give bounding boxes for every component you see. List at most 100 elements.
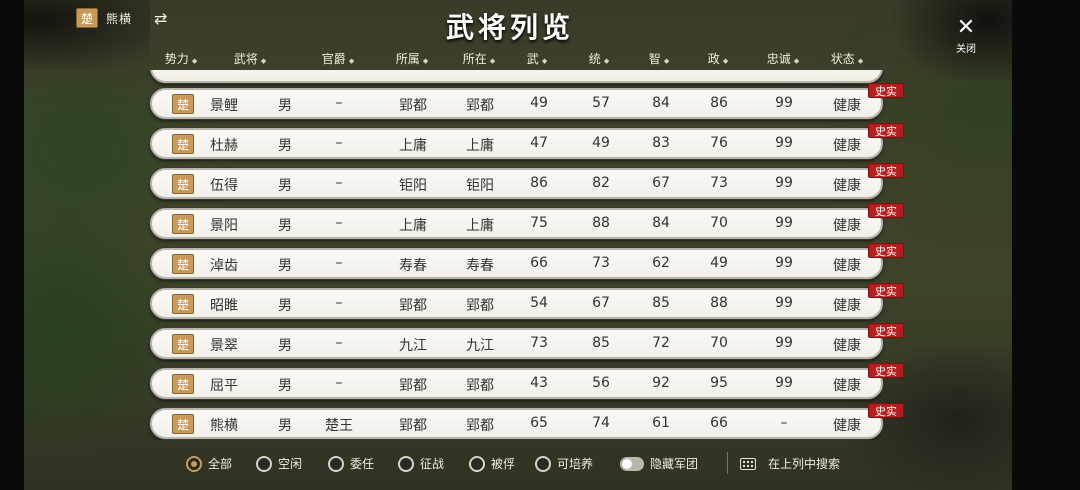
cell-rank: – <box>335 295 343 311</box>
table-row[interactable]: 楚杜赫 男 – 上庸 上庸 47 49 83 76 99 健康 <box>150 128 883 159</box>
cell-belong: 上庸 <box>399 218 427 234</box>
filter-radio[interactable]: 征战 <box>398 455 444 472</box>
historical-badge: 史实 <box>868 363 904 378</box>
table-row[interactable]: 楚景阳 男 – 上庸 上庸 75 88 84 70 99 健康 <box>150 208 883 239</box>
sort-icon: ◆ <box>422 57 429 65</box>
cell-rank: – <box>335 255 343 271</box>
cell-gender: 男 <box>278 218 292 234</box>
column-header-rank[interactable]: 官爵 ◆ <box>322 50 354 67</box>
cell-location: 郢都 <box>466 378 494 394</box>
cell-war: 47 <box>530 135 548 151</box>
cell-general: 景翠 <box>210 338 238 354</box>
cell-rank: – <box>335 135 343 151</box>
cell-location: 郢都 <box>466 298 494 314</box>
cell-belong: 寿春 <box>399 258 427 274</box>
cell-loyalty: 99 <box>775 375 793 391</box>
table-row[interactable]: 楚昭睢 男 – 郢都 郢都 54 67 85 88 99 健康 <box>150 288 883 319</box>
cell-intel: 83 <box>652 135 670 151</box>
filter-radio[interactable]: 被俘 <box>469 455 515 472</box>
cell-pol: 88 <box>710 295 728 311</box>
cell-location: 九江 <box>466 338 494 354</box>
cell-war: 54 <box>530 295 548 311</box>
sort-icon: ◆ <box>191 57 198 65</box>
filter-radio[interactable]: 可培养 <box>535 455 593 472</box>
cell-pol: 86 <box>710 95 728 111</box>
column-header-label: 官爵 <box>321 52 346 66</box>
sort-icon: ◆ <box>722 57 729 65</box>
cell-intel: 84 <box>652 95 670 111</box>
cell-gender: 男 <box>278 338 292 354</box>
table-row[interactable]: 楚熊横 男 楚王 郢都 郢都 65 74 61 66 – 健康 <box>150 408 883 439</box>
column-header-war[interactable]: 武 ◆ <box>527 50 547 67</box>
cell-loyalty: 99 <box>775 135 793 151</box>
cell-location: 寿春 <box>466 258 494 274</box>
hide-legion-toggle[interactable]: 隐藏军团 <box>620 455 698 472</box>
cell-status: 健康 <box>833 218 861 234</box>
faction-seal-icon: 楚 <box>172 174 194 194</box>
cell-lead: 56 <box>592 375 610 391</box>
radio-icon <box>256 455 272 472</box>
cell-lead: 85 <box>592 335 610 351</box>
cell-status: 健康 <box>833 298 861 314</box>
sort-icon: ◆ <box>603 57 610 65</box>
cell-status: 健康 <box>833 418 861 434</box>
table-row[interactable]: 楚景鲤 男 – 郢都 郢都 49 57 84 86 99 健康 <box>150 88 883 119</box>
cell-gender: 男 <box>278 378 292 394</box>
cell-gender: 男 <box>278 258 292 274</box>
cell-pol: 73 <box>710 175 728 191</box>
table-row[interactable]: 楚屈平 男 – 郢都 郢都 43 56 92 95 99 健康 <box>150 368 883 399</box>
radio-icon <box>186 455 202 472</box>
column-header-label: 忠诚 <box>766 52 791 66</box>
table-row[interactable]: 楚伍得 男 – 钜阳 钜阳 86 82 67 73 99 健康 <box>150 168 883 199</box>
column-header-faction[interactable]: 势力 ◆ <box>165 50 197 67</box>
sort-icon: ◆ <box>663 57 670 65</box>
column-header-pol[interactable]: 政 ◆ <box>708 50 728 67</box>
cell-rank: – <box>335 215 343 231</box>
cell-pol: 70 <box>710 335 728 351</box>
toggle-icon <box>620 456 644 471</box>
column-header-location[interactable]: 所在 ◆ <box>463 50 495 67</box>
column-header-belong[interactable]: 所属 ◆ <box>396 50 428 67</box>
cell-war: 49 <box>530 95 548 111</box>
filter-radio[interactable]: 空闲 <box>256 455 302 472</box>
cell-rank: – <box>335 175 343 191</box>
cell-gender: 男 <box>278 298 292 314</box>
column-header-intel[interactable]: 智 ◆ <box>649 50 669 67</box>
historical-badge: 史实 <box>868 83 904 98</box>
table-row-partial[interactable] <box>150 70 883 83</box>
radio-icon <box>469 455 485 472</box>
cell-status: 健康 <box>833 338 861 354</box>
column-header-general[interactable]: 武将 ◆ <box>234 50 266 67</box>
filter-radio[interactable]: 委任 <box>328 455 374 472</box>
cell-war: 66 <box>530 255 548 271</box>
column-header-label: 武 <box>526 52 539 66</box>
column-header-label: 武将 <box>233 52 258 66</box>
cell-intel: 84 <box>652 215 670 231</box>
sort-icon: ◆ <box>793 57 800 65</box>
column-header-loyalty[interactable]: 忠诚 ◆ <box>767 50 799 67</box>
cell-loyalty: 99 <box>775 295 793 311</box>
historical-badge: 史实 <box>868 323 904 338</box>
general-list[interactable]: 楚景鲤男 – 郢都 郢都 49 57 84 86 99 健康 史实楚杜赫男 – 上庸 上庸 47 49 83 76… <box>0 70 1080 440</box>
column-header-label: 状态 <box>830 52 855 66</box>
cell-general: 伍得 <box>210 178 238 194</box>
table-row[interactable]: 楚景翠 男 – 九江 九江 73 85 72 70 99 健康 <box>150 328 883 359</box>
column-header-lead[interactable]: 统 ◆ <box>589 50 609 67</box>
cell-intel: 85 <box>652 295 670 311</box>
faction-seal-icon: 楚 <box>172 334 194 354</box>
historical-badge: 史实 <box>868 243 904 258</box>
cell-status: 健康 <box>833 258 861 274</box>
cell-general: 淖齿 <box>210 258 238 274</box>
column-header-status[interactable]: 状态 ◆ <box>831 50 863 67</box>
filter-radio[interactable]: 全部 <box>186 455 232 472</box>
cell-location: 钜阳 <box>466 178 494 194</box>
historical-badge: 史实 <box>868 123 904 138</box>
table-row[interactable]: 楚淖齿 男 – 寿春 寿春 66 73 62 49 99 健康 <box>150 248 883 279</box>
cell-lead: 67 <box>592 295 610 311</box>
cell-belong: 郢都 <box>399 98 427 114</box>
cell-location: 上庸 <box>466 218 494 234</box>
search-in-list-button[interactable]: 在上列中搜索 <box>740 455 840 472</box>
cell-location: 郢都 <box>466 418 494 434</box>
cell-belong: 上庸 <box>399 138 427 154</box>
toggle-label: 隐藏军团 <box>650 457 699 471</box>
